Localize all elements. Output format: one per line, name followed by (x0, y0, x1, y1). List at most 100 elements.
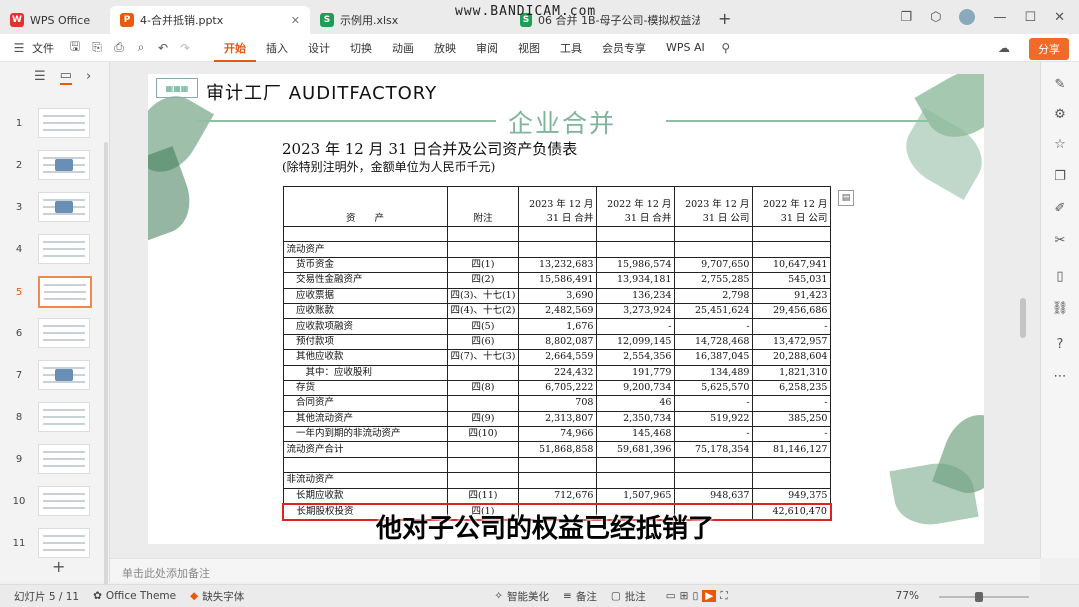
outline-view-icon[interactable]: ☰ (34, 69, 46, 84)
ribbon-tab-insert[interactable]: 插入 (256, 40, 298, 56)
thumbnail-line (44, 284, 86, 286)
thumbnail-image[interactable] (38, 402, 90, 432)
comment-button[interactable]: ▢ 批注 (611, 589, 646, 604)
ribbon-tab-animation[interactable]: 动画 (382, 40, 424, 56)
table-tool-icon[interactable]: ▤ (838, 190, 854, 206)
close-window-icon[interactable]: ✕ (1054, 10, 1065, 25)
thumbnail-image[interactable] (38, 318, 90, 348)
cloud-upload-icon[interactable]: ☁ (997, 41, 1011, 55)
sorter-view-icon[interactable]: ⊞ (680, 590, 689, 602)
thumbnail-image[interactable] (38, 360, 90, 390)
thumbnail-line (43, 500, 85, 502)
adjust-icon[interactable]: ⚙ (1052, 106, 1068, 122)
table-cell: 1,821,310 (752, 364, 832, 381)
ribbon-tab-design[interactable]: 设计 (298, 40, 340, 56)
ribbon-tab-member[interactable]: 会员专享 (592, 40, 656, 56)
ribbon-tab-home[interactable]: 开始 (214, 40, 256, 62)
title-bar: W WPS Office P 4-合并抵销.pptx ✕ S 示例用.xlsx … (0, 0, 1079, 34)
notes-button[interactable]: ≡ 备注 (563, 589, 597, 604)
ribbon-tab-wps-ai[interactable]: WPS AI (656, 41, 715, 54)
slide-thumbnail-4[interactable]: 4 (0, 234, 110, 264)
slide-thumbnail-10[interactable]: 10 (0, 486, 110, 516)
redo-icon[interactable]: ↷ (178, 41, 192, 55)
new-tab-button[interactable]: + (718, 9, 731, 28)
menu-icon[interactable]: ☰ (12, 41, 26, 55)
file-menu[interactable]: 文件 (30, 40, 64, 56)
slide-thumbnail-2[interactable]: 2 (0, 150, 110, 180)
reading-view-icon[interactable]: ▯ (692, 590, 698, 602)
play-icon[interactable]: ▶ (702, 590, 717, 602)
add-slide-button[interactable]: + (52, 557, 65, 576)
missing-font-indicator[interactable]: ◆ 缺失字体 (190, 589, 244, 604)
slide-thumbnail-11[interactable]: 11 (0, 528, 110, 558)
export-icon[interactable]: ⎘ (90, 40, 104, 55)
slide-view-icon[interactable]: ▭ (59, 68, 72, 85)
slide-thumbnail-3[interactable]: 3 (0, 192, 110, 222)
table-cell: 385,250 (752, 410, 832, 428)
close-icon[interactable]: ✕ (291, 14, 300, 27)
thumbnail-image[interactable] (38, 486, 90, 516)
brush-icon[interactable]: ✐ (1052, 200, 1068, 216)
cube-icon[interactable]: ⬡ (930, 10, 941, 25)
help-icon[interactable]: ? (1052, 336, 1068, 352)
save-icon[interactable]: 🖫 (68, 39, 82, 55)
edit-icon[interactable]: ✎ (1052, 76, 1068, 92)
thumbnail-image[interactable] (38, 192, 90, 222)
theme-indicator[interactable]: ✿ Office Theme (93, 590, 176, 602)
print-icon[interactable]: ⎙ (112, 40, 126, 55)
slide-thumbnail-6[interactable]: 6 (0, 318, 110, 348)
table-row (282, 225, 832, 243)
book-icon[interactable]: ▯ (1052, 268, 1068, 284)
preview-icon[interactable]: ⌕ (134, 40, 148, 55)
slide[interactable]: ▦▦▦ 审计工厂 AUDITFACTORY 企业合并 2023 年 12 月 3… (148, 74, 984, 544)
ribbon-tab-review[interactable]: 审阅 (466, 40, 508, 56)
thumbnail-line (43, 255, 85, 257)
zoom-slider-knob[interactable] (975, 592, 983, 602)
search-icon[interactable]: ⚲ (719, 41, 733, 55)
smart-beautify-button[interactable]: ✧ 智能美化 (494, 589, 549, 604)
link-icon[interactable]: ⛓ (1052, 300, 1069, 316)
thumbnail-image[interactable] (38, 108, 90, 138)
thumbnail-image[interactable] (38, 528, 90, 558)
tools-icon[interactable]: ✂ (1052, 232, 1068, 248)
ribbon-tab-transition[interactable]: 切换 (340, 40, 382, 56)
share-button[interactable]: 分享 (1029, 38, 1069, 60)
avatar[interactable] (959, 9, 976, 25)
copy-icon[interactable]: ❐ (1052, 168, 1068, 184)
thumbnail-image[interactable] (38, 276, 92, 308)
restore-icon[interactable]: ❐ (900, 10, 912, 25)
slide-thumbnail-7[interactable]: 7 (0, 360, 110, 390)
table-cell: 流动资产 (282, 241, 448, 258)
fit-icon[interactable]: ⛶ (720, 590, 727, 603)
slide-thumbnail-9[interactable]: 9 (0, 444, 110, 474)
thumbnail-image[interactable] (38, 444, 90, 474)
warning-icon: ◆ (190, 590, 199, 602)
table-cell: 四(2) (446, 272, 520, 289)
slide-number: 7 (15, 369, 23, 381)
canvas-scrollbar[interactable] (1020, 298, 1026, 338)
slide-thumbnail-8[interactable]: 8 (0, 402, 110, 432)
star-icon[interactable]: ☆ (1052, 136, 1068, 152)
slide-thumbnail-5[interactable]: 5 (0, 276, 110, 308)
maximize-icon[interactable]: ☐ (1024, 10, 1036, 25)
table-cell (674, 456, 754, 474)
zoom-slider[interactable] (939, 596, 1029, 598)
minimize-icon[interactable]: — (993, 10, 1006, 25)
wps-home-tab[interactable]: W WPS Office (0, 6, 110, 34)
chevron-right-icon[interactable]: › (86, 69, 91, 84)
zoom-level[interactable]: 77% (896, 590, 919, 602)
ribbon-tab-view[interactable]: 视图 (508, 40, 550, 56)
ribbon-tab-tools[interactable]: 工具 (550, 40, 592, 56)
more-icon[interactable]: ⋯ (1052, 368, 1068, 384)
thumbnail-image[interactable] (38, 234, 90, 264)
notes-area[interactable]: 单击此处添加备注 (110, 558, 1040, 582)
undo-icon[interactable]: ↶ (156, 41, 170, 55)
thumbnail-image[interactable] (38, 150, 90, 180)
normal-view-icon[interactable]: ▭ (666, 590, 676, 602)
table-cell: 四(8) (446, 379, 520, 397)
thumbnail-line (43, 115, 85, 117)
tab-pptx[interactable]: P 4-合并抵销.pptx ✕ (110, 6, 310, 34)
thumbnail-scrollbar[interactable] (104, 142, 108, 592)
ribbon-tab-slideshow[interactable]: 放映 (424, 40, 466, 56)
slide-thumbnail-1[interactable]: 1 (0, 108, 110, 138)
